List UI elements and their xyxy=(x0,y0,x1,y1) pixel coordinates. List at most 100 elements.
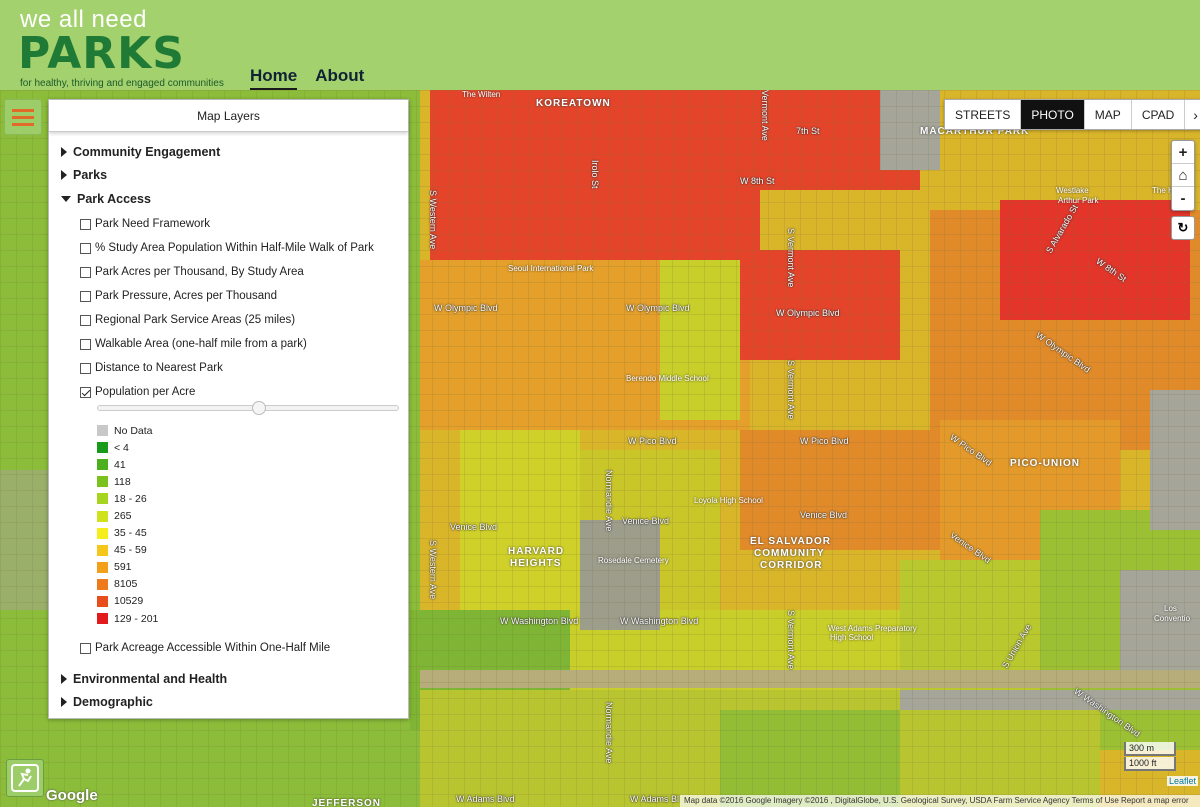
layer-label: Park Acres per Thousand, By Study Area xyxy=(95,266,304,278)
street-label: W 8th St xyxy=(740,176,775,186)
scale-bar-imperial: 1000 ft xyxy=(1124,757,1176,771)
collapse-arrow-icon xyxy=(61,196,71,202)
section-label: Environmental and Health xyxy=(73,672,228,686)
runner-icon xyxy=(11,764,39,792)
expand-arrow-icon xyxy=(61,147,67,157)
legend-label: 118 xyxy=(114,475,131,488)
layer-distance-nearest-park[interactable]: Distance to Nearest Park xyxy=(80,362,223,374)
we-all-need-parks-logo[interactable]: we all need PARKS for healthy, thriving … xyxy=(18,6,228,90)
legend-swatch xyxy=(97,493,108,505)
street-label: S Western Ave xyxy=(428,190,438,250)
layer-label: Park Acreage Accessible Within One-Half … xyxy=(95,642,331,654)
layer-checkbox[interactable] xyxy=(80,314,91,326)
street-label: 7th St xyxy=(796,126,820,136)
basemap-cpad-button[interactable]: CPAD xyxy=(1131,100,1186,129)
basemap-next-button[interactable]: › xyxy=(1185,100,1200,129)
legend-label: 10529 xyxy=(114,595,144,608)
neighborhood-label: JEFFERSON xyxy=(312,798,382,807)
legend-row: 10529 xyxy=(97,593,158,610)
legend-label: 41 xyxy=(114,458,126,471)
layer-regional-park-service[interactable]: Regional Park Service Areas (25 miles) xyxy=(80,314,295,326)
legend-swatch xyxy=(97,595,108,607)
legend-swatch xyxy=(97,561,108,573)
legend-row: 118 xyxy=(97,473,158,490)
layer-park-acreage-half-mile[interactable]: Park Acreage Accessible Within One-Half … xyxy=(80,642,330,654)
neighborhood-label: CORRIDOR xyxy=(760,560,823,571)
layer-checkbox[interactable] xyxy=(80,266,91,278)
layer-study-area-walk[interactable]: % Study Area Population Within Half-Mile… xyxy=(80,242,374,254)
section-demographic[interactable]: Demographic xyxy=(61,695,153,709)
nav-about-link[interactable]: About xyxy=(315,66,364,91)
refresh-icon[interactable]: ↻ xyxy=(1171,216,1195,240)
home-icon[interactable]: ⌂ xyxy=(1172,164,1194,187)
slider-handle[interactable] xyxy=(252,401,266,415)
section-label: Demographic xyxy=(73,695,153,709)
layer-label: Park Need Framework xyxy=(95,218,211,230)
section-park-access[interactable]: Park Access xyxy=(61,192,151,206)
layer-label: Walkable Area (one-half mile from a park… xyxy=(95,338,307,350)
nav-home-link[interactable]: Home xyxy=(250,66,298,91)
legend-label: No Data xyxy=(114,424,153,437)
section-environmental-health[interactable]: Environmental and Health xyxy=(61,672,227,686)
section-parks[interactable]: Parks xyxy=(61,168,107,182)
layer-park-need-framework[interactable]: Park Need Framework xyxy=(80,218,210,230)
layer-checkbox[interactable] xyxy=(80,338,91,350)
opacity-slider[interactable] xyxy=(97,401,399,415)
section-label: Park Access xyxy=(77,192,151,206)
street-label: W Washington Blvd xyxy=(500,616,579,626)
layer-checkbox[interactable] xyxy=(80,242,91,254)
main-nav: Home About xyxy=(250,66,364,91)
population-legend: No Data < 4 41 118 18 - 26 265 35 - 45 45 - 59 5… xyxy=(97,422,158,627)
menu-toggle-button[interactable] xyxy=(4,99,42,135)
legend-row: 35 - 45 xyxy=(97,525,158,542)
google-logo: Google xyxy=(46,787,98,804)
layer-checkbox-checked[interactable] xyxy=(80,386,91,398)
panel-title: Map Layers xyxy=(49,100,408,132)
basemap-map-button[interactable]: MAP xyxy=(1084,100,1132,129)
poi-label: Seoul International Park xyxy=(508,264,594,273)
layer-walkable-area[interactable]: Walkable Area (one-half mile from a park… xyxy=(80,338,307,350)
basemap-streets-button[interactable]: STREETS xyxy=(945,100,1022,129)
layer-park-acres-per-thousand[interactable]: Park Acres per Thousand, By Study Area xyxy=(80,266,304,278)
street-label: Normandie Ave xyxy=(604,470,614,532)
street-label: Venice Blvd xyxy=(450,522,498,532)
street-label: W Adams Blvd xyxy=(456,794,515,804)
layer-checkbox[interactable] xyxy=(80,362,91,374)
expand-arrow-icon xyxy=(61,674,67,684)
legend-swatch xyxy=(97,527,108,539)
section-community-engagement[interactable]: Community Engagement xyxy=(61,145,220,159)
layer-checkbox[interactable] xyxy=(80,290,91,302)
leaflet-link[interactable]: Leaflet xyxy=(1167,776,1199,786)
layer-checkbox[interactable] xyxy=(80,642,91,654)
zoom-out-button[interactable]: - xyxy=(1172,187,1194,210)
legend-swatch xyxy=(97,578,108,590)
basemap-photo-button[interactable]: PHOTO xyxy=(1021,100,1085,129)
legend-swatch xyxy=(97,476,108,488)
layer-label: Distance to Nearest Park xyxy=(95,362,223,374)
legend-swatch xyxy=(97,459,108,471)
street-label: Irolo St xyxy=(590,160,600,189)
legend-swatch xyxy=(97,613,108,625)
legend-swatch xyxy=(97,544,108,556)
street-label: W Olympic Blvd xyxy=(776,308,840,318)
layer-label: % Study Area Population Within Half-Mile… xyxy=(95,242,374,254)
legend-row: 45 - 59 xyxy=(97,542,158,559)
zoom-in-button[interactable]: + xyxy=(1172,141,1194,164)
poi-label: Berendo Middle School xyxy=(626,374,709,383)
hamburger-icon xyxy=(12,108,34,112)
layer-population-per-acre[interactable]: Population per Acre xyxy=(80,386,195,398)
poi-label: Los xyxy=(1164,604,1177,613)
layer-park-pressure[interactable]: Park Pressure, Acres per Thousand xyxy=(80,290,277,302)
legend-label: 45 - 59 xyxy=(114,544,147,557)
legend-swatch xyxy=(97,425,108,437)
legend-row: 591 xyxy=(97,559,158,576)
neighborhood-label: PICO-UNION xyxy=(1010,458,1080,469)
street-label: S Western Ave xyxy=(428,540,438,600)
legend-label: < 4 xyxy=(114,441,129,454)
section-label: Parks xyxy=(73,168,108,182)
map-attribution[interactable]: Map data ©2016 Google Imagery ©2016 , Di… xyxy=(680,795,1200,807)
parks-app-icon[interactable] xyxy=(6,759,44,797)
neighborhood-label: HARVARD xyxy=(508,546,565,557)
legend-row: 129 - 201 xyxy=(97,610,158,627)
layer-checkbox[interactable] xyxy=(80,218,91,230)
